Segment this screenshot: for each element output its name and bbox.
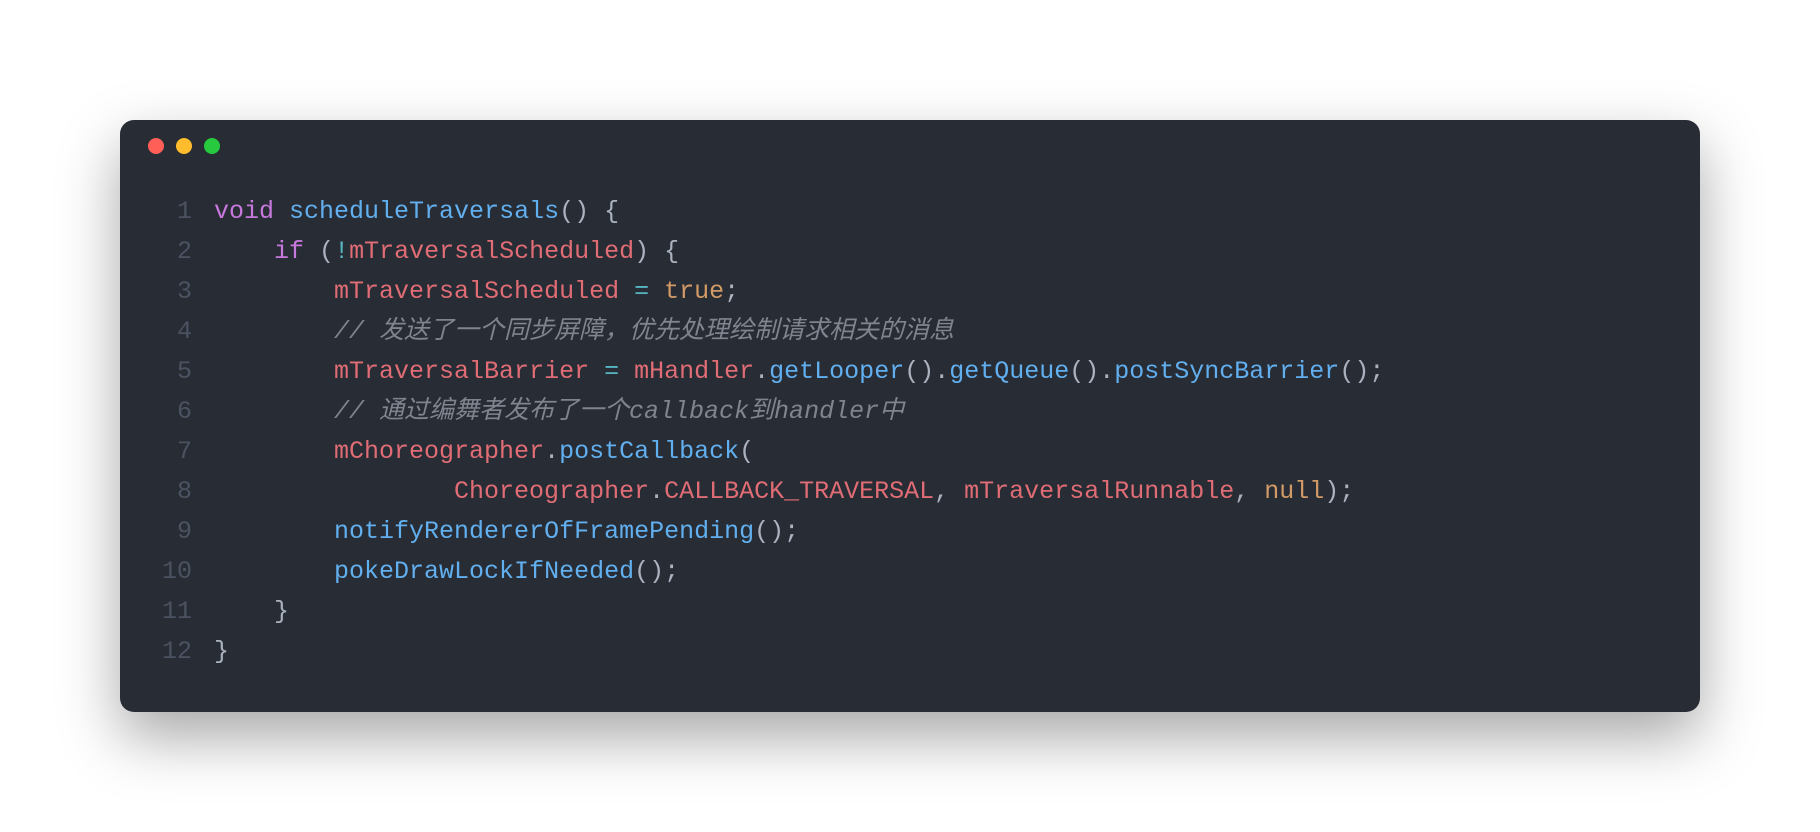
token-punc [649, 237, 664, 266]
code-line: 2 if (!mTraversalScheduled) { [132, 232, 1668, 272]
token-func: getLooper [769, 357, 904, 386]
line-number: 2 [132, 232, 214, 272]
token-func: notifyRendererOfFramePending [334, 517, 754, 546]
token-op: = [634, 277, 649, 306]
code-line: 4 // 发送了一个同步屏障，优先处理绘制请求相关的消息 [132, 312, 1668, 352]
token-punc: } [274, 597, 289, 626]
token-punc: (). [904, 357, 949, 386]
code-window: 1void scheduleTraversals() {2 if (!mTrav… [120, 120, 1700, 712]
code-line: 7 mChoreographer.postCallback( [132, 432, 1668, 472]
line-number: 6 [132, 392, 214, 432]
code-line: 10 pokeDrawLockIfNeeded(); [132, 552, 1668, 592]
token-ident: mHandler [634, 357, 754, 386]
code-content: // 发送了一个同步屏障，优先处理绘制请求相关的消息 [214, 312, 954, 352]
zoom-icon[interactable] [204, 138, 220, 154]
code-content: mChoreographer.postCallback( [214, 432, 754, 472]
code-line: 8 Choreographer.CALLBACK_TRAVERSAL, mTra… [132, 472, 1668, 512]
token-ident: Choreographer [454, 477, 649, 506]
token-ident: mTraversalScheduled [334, 277, 619, 306]
token-punc: ; [724, 277, 739, 306]
code-content: } [214, 632, 229, 672]
code-content: // 通过编舞者发布了一个callback到handler中 [214, 392, 904, 432]
line-number: 8 [132, 472, 214, 512]
token-punc: { [664, 237, 679, 266]
token-punc: () [559, 197, 589, 226]
code-line: 11 } [132, 592, 1668, 632]
line-number: 5 [132, 352, 214, 392]
token-ident: mTraversalScheduled [349, 237, 634, 266]
token-comment: // 发送了一个同步屏障，优先处理绘制请求相关的消息 [334, 317, 954, 346]
token-punc: (); [634, 557, 679, 586]
close-icon[interactable] [148, 138, 164, 154]
code-line: 6 // 通过编舞者发布了一个callback到handler中 [132, 392, 1668, 432]
token-punc: , [1234, 477, 1264, 506]
token-punc: ( [319, 237, 334, 266]
token-punc [274, 197, 289, 226]
token-ident: mTraversalBarrier [334, 357, 589, 386]
token-punc: ); [1324, 477, 1354, 506]
titlebar [120, 120, 1700, 172]
token-punc: . [544, 437, 559, 466]
stage: 1void scheduleTraversals() {2 if (!mTrav… [0, 0, 1820, 832]
code-content: notifyRendererOfFramePending(); [214, 512, 799, 552]
token-op: = [604, 357, 619, 386]
token-func: getQueue [949, 357, 1069, 386]
token-const: null [1264, 477, 1324, 506]
line-number: 1 [132, 192, 214, 232]
token-ident: CALLBACK_TRAVERSAL [664, 477, 934, 506]
minimize-icon[interactable] [176, 138, 192, 154]
token-punc [619, 277, 634, 306]
code-line: 12} [132, 632, 1668, 672]
line-number: 4 [132, 312, 214, 352]
token-const: true [664, 277, 724, 306]
code-line: 5 mTraversalBarrier = mHandler.getLooper… [132, 352, 1668, 392]
token-punc [304, 237, 319, 266]
token-func: postSyncBarrier [1114, 357, 1339, 386]
code-content: mTraversalBarrier = mHandler.getLooper()… [214, 352, 1384, 392]
code-content: pokeDrawLockIfNeeded(); [214, 552, 679, 592]
token-keyword: if [274, 237, 304, 266]
code-area: 1void scheduleTraversals() {2 if (!mTrav… [120, 172, 1700, 672]
token-comment: // 通过编舞者发布了一个callback到handler中 [334, 397, 904, 426]
token-ident: mChoreographer [334, 437, 544, 466]
token-punc: . [754, 357, 769, 386]
line-number: 10 [132, 552, 214, 592]
line-number: 11 [132, 592, 214, 632]
token-punc [649, 277, 664, 306]
token-keyword-type: void [214, 197, 274, 226]
token-punc: ) [634, 237, 649, 266]
token-punc: (); [754, 517, 799, 546]
token-punc: { [604, 197, 619, 226]
code-line: 9 notifyRendererOfFramePending(); [132, 512, 1668, 552]
code-content: mTraversalScheduled = true; [214, 272, 739, 312]
code-content: Choreographer.CALLBACK_TRAVERSAL, mTrave… [214, 472, 1354, 512]
token-punc [619, 357, 634, 386]
token-func: scheduleTraversals [289, 197, 559, 226]
line-number: 9 [132, 512, 214, 552]
code-line: 3 mTraversalScheduled = true; [132, 272, 1668, 312]
token-punc: (). [1069, 357, 1114, 386]
token-punc: } [214, 637, 229, 666]
token-punc: . [649, 477, 664, 506]
code-line: 1void scheduleTraversals() { [132, 192, 1668, 232]
line-number: 3 [132, 272, 214, 312]
token-func: pokeDrawLockIfNeeded [334, 557, 634, 586]
token-punc: , [934, 477, 964, 506]
token-punc: ( [739, 437, 754, 466]
token-ident: mTraversalRunnable [964, 477, 1234, 506]
code-content: } [214, 592, 289, 632]
line-number: 12 [132, 632, 214, 672]
code-content: void scheduleTraversals() { [214, 192, 619, 232]
token-punc [589, 197, 604, 226]
code-content: if (!mTraversalScheduled) { [214, 232, 679, 272]
token-punc: (); [1339, 357, 1384, 386]
line-number: 7 [132, 432, 214, 472]
token-func: postCallback [559, 437, 739, 466]
token-op: ! [334, 237, 349, 266]
token-punc [589, 357, 604, 386]
